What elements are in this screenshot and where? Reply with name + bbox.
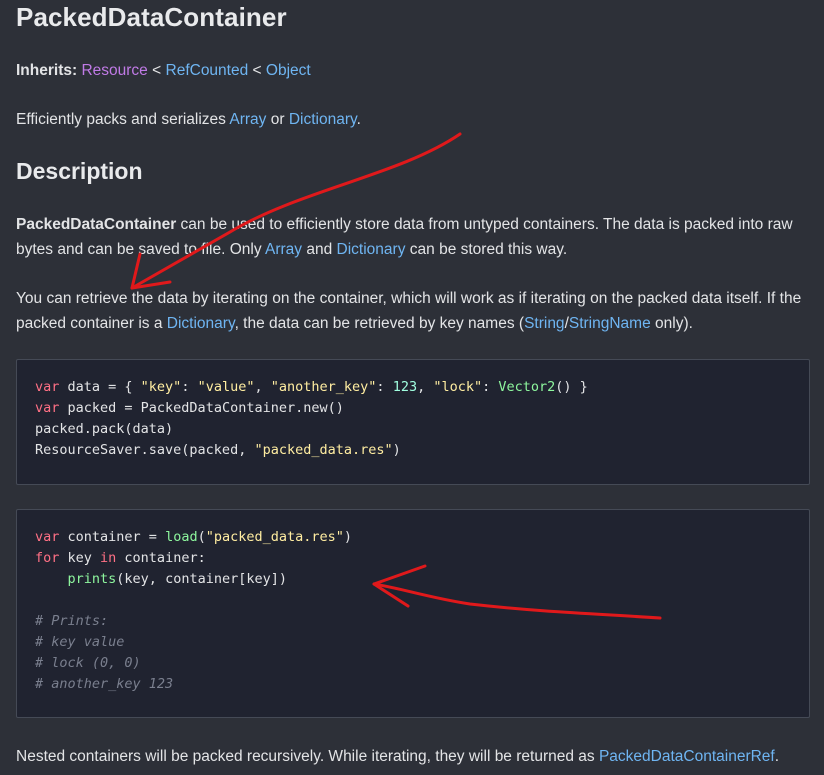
link-array[interactable]: Array (229, 111, 266, 128)
brief-description: Efficiently packs and serializes Array o… (16, 107, 812, 132)
code-line: prints(key, container[key]) (67, 571, 287, 587)
code-comment: # another_key 123 (35, 676, 174, 692)
link-packeddatacontainerref[interactable]: PackedDataContainerRef (599, 748, 775, 765)
inherits-sep: < (152, 62, 162, 79)
code-block-iterate[interactable]: var container = load("packed_data.res") … (16, 509, 810, 718)
class-name-bold: PackedDataContainer (16, 216, 177, 233)
para-text: , the data can be retrieved by key names… (234, 315, 525, 332)
brief-text: Efficiently packs and serializes (16, 111, 230, 128)
inherits-line: Inherits: Resource < RefCounted < Object (16, 58, 812, 83)
code-line: var packed = PackedDataContainer.new() (35, 400, 344, 416)
code-line: ResourceSaver.save(packed, "packed_data.… (35, 442, 401, 458)
para-text: can be stored this way. (405, 241, 568, 258)
inherits-link-object[interactable]: Object (266, 62, 311, 79)
code-comment: # lock (0, 0) (35, 655, 141, 671)
description-paragraph-2: You can retrieve the data by iterating o… (16, 286, 812, 336)
page-title: PackedDataContainer (16, 2, 287, 32)
link-dictionary[interactable]: Dictionary (289, 111, 357, 128)
code-comment: # Prints: (35, 613, 109, 629)
annotation-arrow-1 (130, 132, 462, 290)
section-heading-description: Description (16, 158, 143, 184)
brief-text: or (266, 111, 289, 128)
code-line: var data = { "key": "value", "another_ke… (35, 379, 588, 395)
brief-text: . (356, 111, 361, 128)
description-paragraph-1: PackedDataContainer can be used to effic… (16, 212, 812, 262)
para-text: and (302, 241, 337, 258)
link-dictionary[interactable]: Dictionary (167, 315, 235, 332)
inherits-link-refcounted[interactable]: RefCounted (166, 62, 249, 79)
code-comment: # key value (35, 634, 125, 650)
inherits-link-resource[interactable]: Resource (81, 62, 147, 79)
link-stringname[interactable]: StringName (569, 315, 651, 332)
code-line: var container = load("packed_data.res") (35, 529, 353, 545)
inherits-sep: < (252, 62, 262, 79)
link-string[interactable]: String (524, 315, 565, 332)
inherits-label: Inherits: (16, 62, 78, 79)
para-text: . (774, 748, 780, 765)
description-paragraph-3: Nested containers will be packed recursi… (16, 744, 812, 769)
para-text: Nested containers will be packed recursi… (16, 748, 599, 765)
code-line: for key in container: (35, 550, 206, 566)
link-array[interactable]: Array (265, 241, 302, 258)
para-text: only). (650, 315, 693, 332)
link-dictionary[interactable]: Dictionary (337, 241, 406, 258)
code-block-pack[interactable]: var data = { "key": "value", "another_ke… (16, 359, 810, 485)
code-line: packed.pack(data) (35, 421, 174, 437)
